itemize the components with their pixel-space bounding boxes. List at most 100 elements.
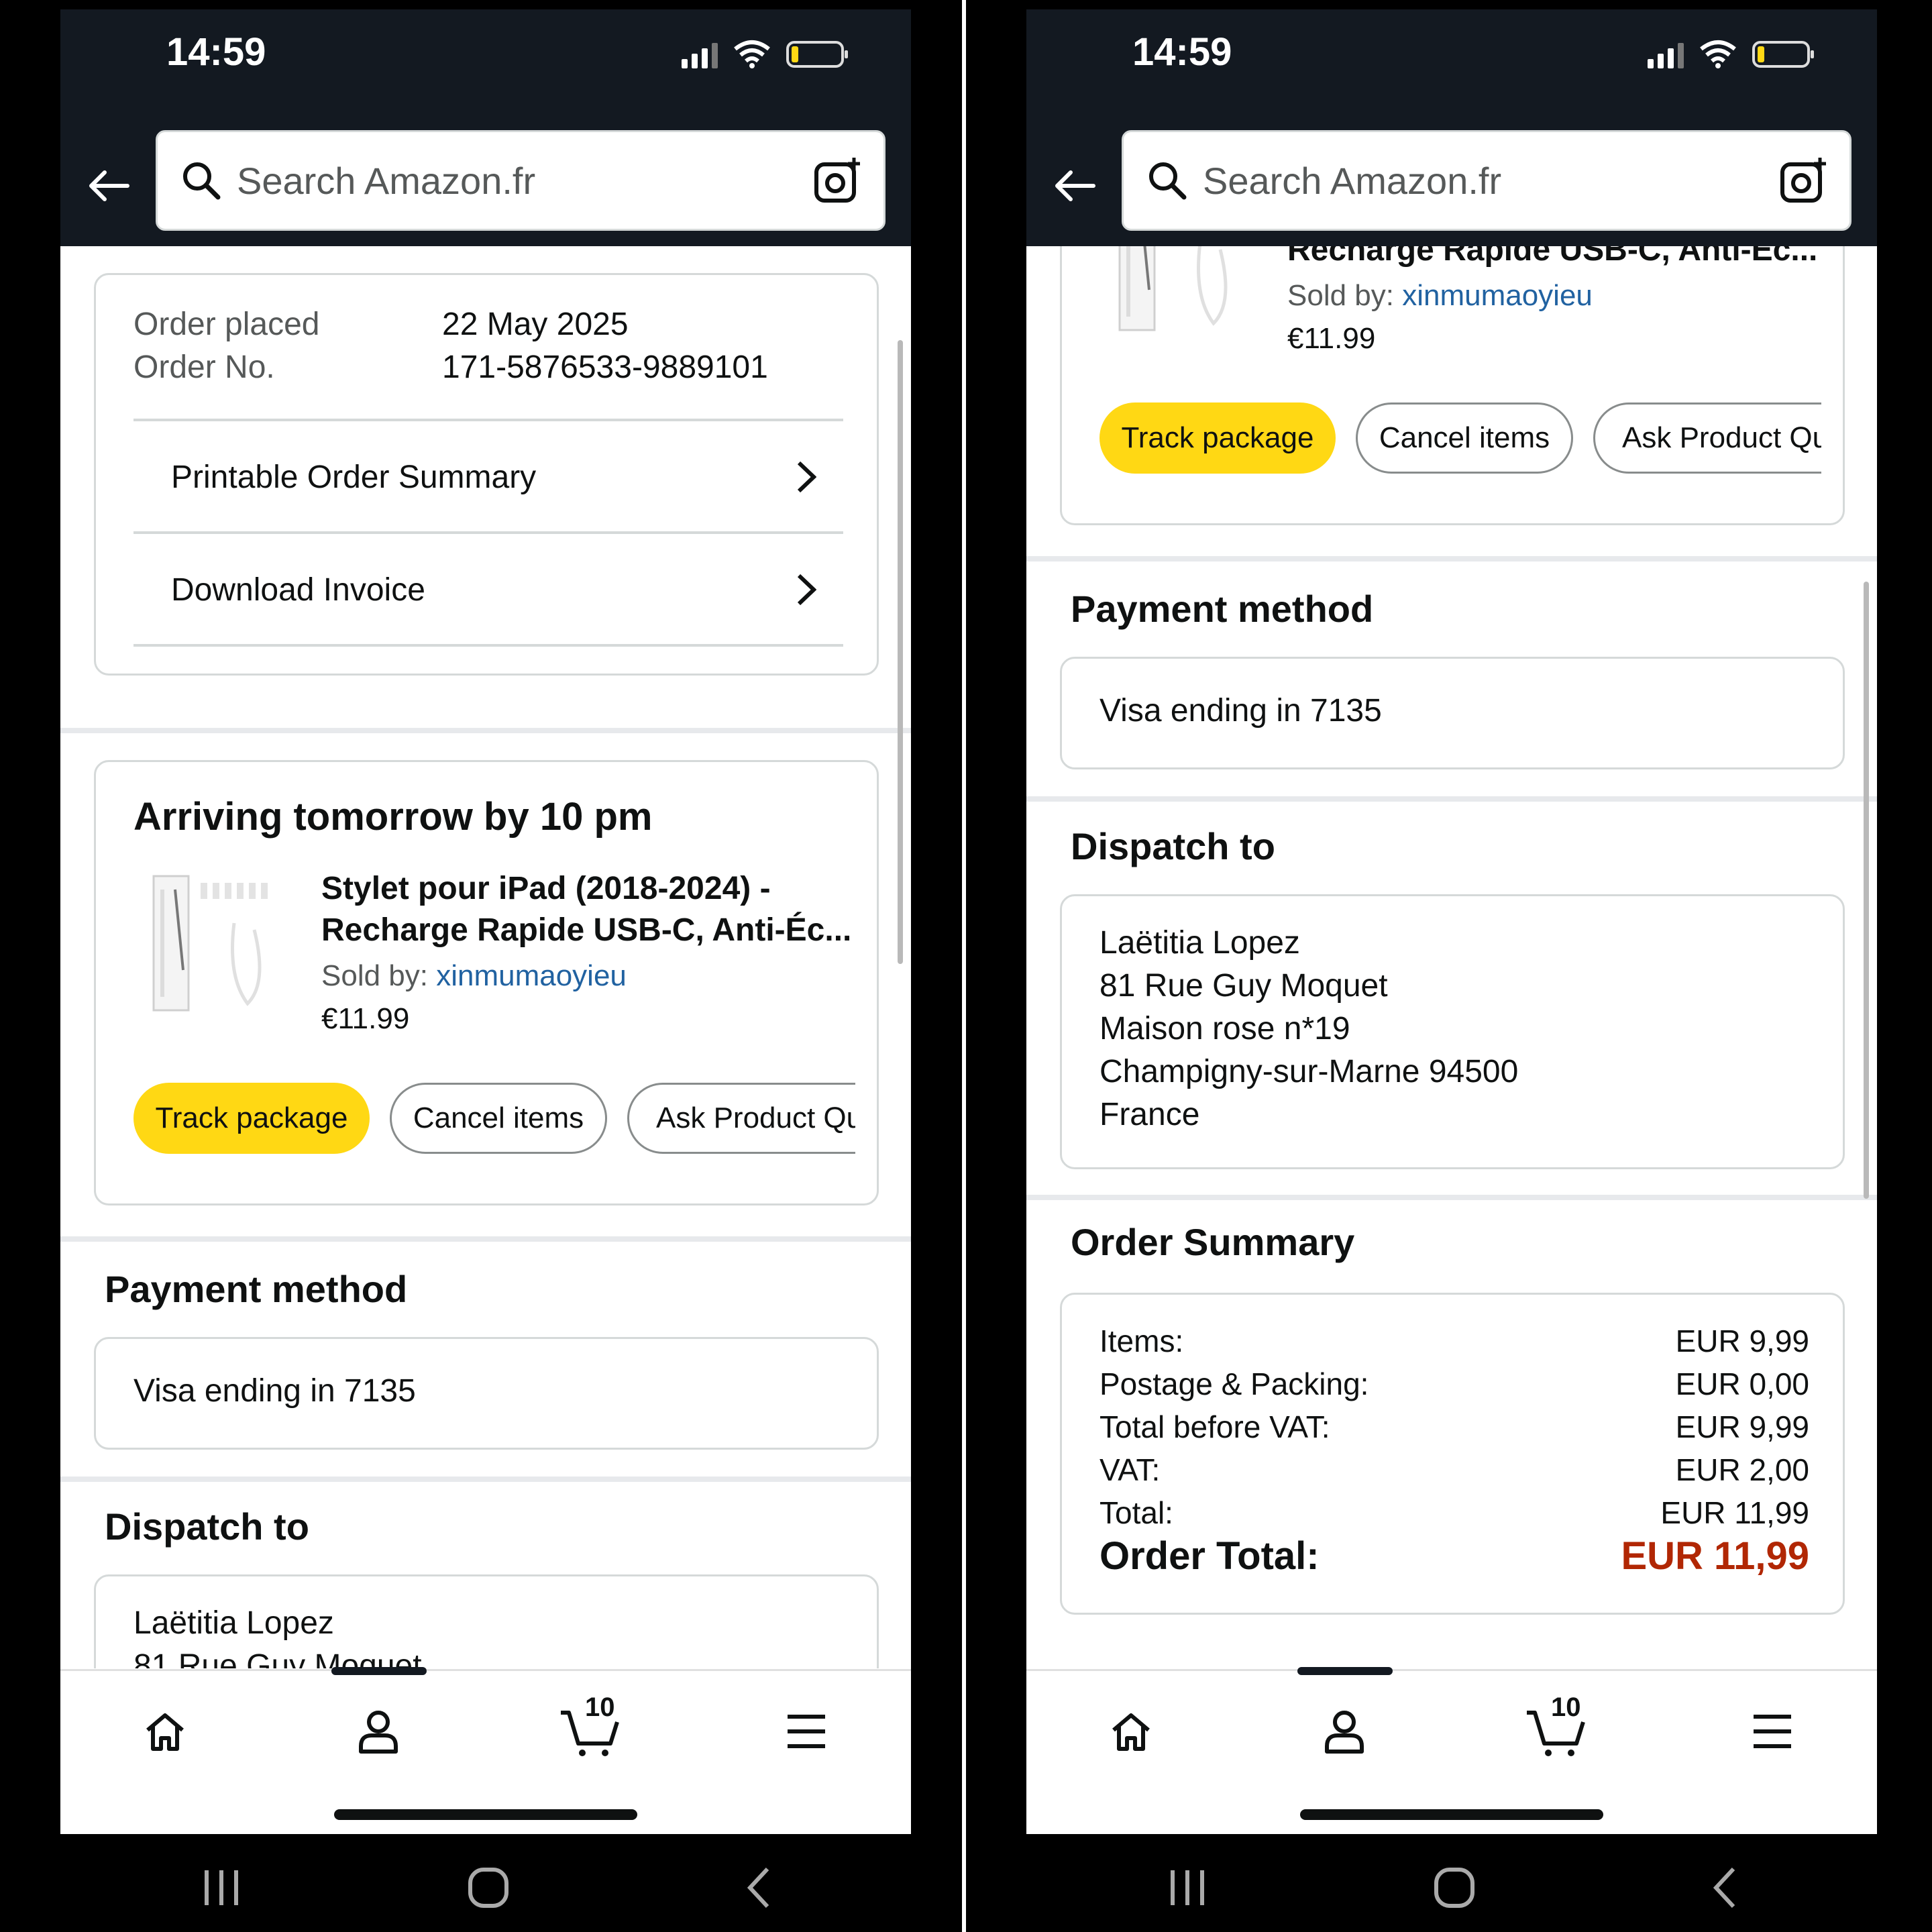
product-title-line-1: Stylet pour iPad (2018-2024) -	[321, 871, 771, 906]
payment-method-heading: Payment method	[1071, 588, 1374, 630]
order-info-card: Order placed 22 May 2025 Order No. 171-587…	[94, 273, 879, 676]
scroll-content[interactable]: Order placed 22 May 2025 Order No. 171-587…	[60, 246, 911, 1668]
cart-count: 10	[1551, 1693, 1581, 1722]
dispatch-card: Laëtitia Lopez 81 Rue Guy Moquet Maison …	[1060, 894, 1845, 1169]
battery-icon	[786, 41, 848, 68]
dispatch-heading: Dispatch to	[1071, 825, 1275, 867]
wifi-icon	[734, 40, 770, 68]
product-title-line-2: Recharge Rapide USB-C, Anti-Éc...	[1287, 246, 1818, 268]
menu-icon[interactable]	[1732, 1698, 1813, 1765]
bottom-nav: 10	[1026, 1667, 1877, 1834]
address-name: Laëtitia Lopez	[1099, 925, 1300, 961]
product-title-line-2: Recharge Rapide USB-C, Anti-Éc...	[321, 912, 852, 948]
chevron-right-icon	[797, 574, 816, 606]
download-invoice-label: Download Invoice	[171, 572, 425, 608]
order-total-label: Order Total:	[1099, 1534, 1320, 1578]
home-button-icon[interactable]	[1428, 1861, 1481, 1915]
summary-label: Items:	[1099, 1324, 1184, 1358]
shipment-card: Arriving tomorrow by 10 pm Stylet pour i…	[1060, 246, 1845, 525]
order-placed-value: 22 May 2025	[442, 307, 629, 342]
summary-before-vat-row: Total before VAT: EUR 9,99	[1099, 1409, 1809, 1445]
menu-icon[interactable]	[766, 1698, 847, 1765]
status-time: 14:59	[166, 30, 266, 74]
scrollbar[interactable]	[1864, 582, 1869, 1199]
signal-icon	[682, 40, 718, 68]
recent-apps-icon[interactable]	[1161, 1861, 1214, 1915]
home-icon[interactable]	[1091, 1698, 1171, 1765]
status-icons	[682, 38, 848, 71]
back-arrow-icon[interactable]	[1049, 160, 1100, 211]
track-package-button[interactable]: Track package	[133, 1083, 370, 1154]
product-price: €11.99	[1287, 322, 1376, 355]
payment-method-text: Visa ending in 7135	[133, 1373, 416, 1409]
seller-link[interactable]: xinmumaoyieu	[436, 959, 627, 992]
status-time: 14:59	[1132, 30, 1232, 74]
address-line-2: Maison rose n*19	[1099, 1011, 1350, 1046]
summary-items-row: Items: EUR 9,99	[1099, 1323, 1809, 1359]
arrival-heading: Arriving tomorrow by 10 pm	[133, 795, 653, 839]
signal-icon	[1648, 40, 1684, 68]
summary-value: EUR 9,99	[1675, 1324, 1809, 1358]
home-button-icon[interactable]	[462, 1861, 515, 1915]
dispatch-heading: Dispatch to	[105, 1505, 309, 1548]
search-bar[interactable]	[156, 130, 885, 231]
scroll-content[interactable]: Arriving tomorrow by 10 pm Stylet pour i…	[1026, 246, 1877, 1668]
header-bar: 14:59	[60, 9, 911, 246]
status-icons	[1648, 38, 1814, 71]
search-input[interactable]	[1203, 158, 1760, 203]
android-nav-bar	[966, 1834, 1932, 1932]
recent-apps-icon[interactable]	[195, 1861, 248, 1915]
android-nav-bar	[0, 1834, 966, 1932]
search-input[interactable]	[237, 158, 794, 203]
nav-active-indicator	[331, 1667, 427, 1675]
cart-icon[interactable]: 10	[550, 1693, 631, 1765]
product-title[interactable]: Stylet pour iPad (2018-2024) - Recharge …	[1287, 246, 1824, 271]
back-button-icon[interactable]	[731, 1861, 785, 1915]
address-street: 81 Rue Guy Moquet	[1099, 968, 1388, 1004]
summary-label: Total:	[1099, 1495, 1173, 1530]
cancel-items-button[interactable]: Cancel items	[390, 1083, 607, 1154]
home-indicator	[1300, 1809, 1603, 1820]
order-number-label: Order No.	[133, 350, 275, 385]
cancel-items-button[interactable]: Cancel items	[1356, 402, 1573, 474]
account-icon[interactable]	[338, 1698, 419, 1765]
summary-value: EUR 0,00	[1675, 1366, 1809, 1401]
home-icon[interactable]	[125, 1698, 205, 1765]
order-total-value: EUR 11,99	[1621, 1534, 1809, 1578]
printable-order-summary-link[interactable]: Printable Order Summary	[133, 421, 843, 533]
ask-product-questions-button[interactable]: Ask Product Questions	[627, 1083, 855, 1154]
sold-by-label: Sold by:	[1287, 279, 1394, 312]
account-icon[interactable]	[1304, 1698, 1385, 1765]
ask-product-questions-button[interactable]: Ask Product Questions	[1593, 402, 1821, 474]
back-arrow-icon[interactable]	[83, 160, 134, 211]
search-bar[interactable]	[1122, 130, 1851, 231]
search-icon[interactable]	[1144, 157, 1191, 204]
wifi-icon	[1700, 40, 1736, 68]
address-city: Champigny-sur-Marne 94500	[1099, 1054, 1519, 1089]
track-package-button[interactable]: Track package	[1099, 402, 1336, 474]
order-summary-card: Items: EUR 9,99 Postage & Packing: EUR 0,0…	[1060, 1293, 1845, 1615]
camera-search-icon[interactable]	[1777, 154, 1831, 207]
product-thumbnail[interactable]	[133, 869, 284, 1020]
summary-value: EUR 9,99	[1675, 1409, 1809, 1444]
sold-by-label: Sold by:	[321, 959, 428, 992]
search-icon[interactable]	[178, 157, 225, 204]
address-street: 81 Rue Guy Moquet	[133, 1648, 422, 1668]
app-screen: 14:59 Order placed 22 May 2025	[60, 9, 911, 1834]
product-title[interactable]: Stylet pour iPad (2018-2024) - Recharge …	[321, 868, 858, 951]
cart-icon[interactable]: 10	[1516, 1693, 1597, 1765]
payment-card: Visa ending in 7135	[1060, 657, 1845, 769]
sold-by: Sold by: xinmumaoyieu	[321, 959, 627, 993]
summary-total-row: Total: EUR 11,99	[1099, 1495, 1809, 1531]
back-button-icon[interactable]	[1697, 1861, 1751, 1915]
scrollbar[interactable]	[898, 340, 903, 964]
battery-icon	[1752, 41, 1814, 68]
shipment-actions: Track package Cancel items Ask Product Q…	[1099, 402, 1821, 476]
order-number-value: 171-5876533-9889101	[442, 350, 768, 385]
product-thumbnail[interactable]	[1099, 246, 1250, 339]
download-invoice-link[interactable]: Download Invoice	[133, 534, 843, 645]
camera-search-icon[interactable]	[811, 154, 865, 207]
app-screen: 14:59 Arriving tomorrow by 10 pm	[1026, 9, 1877, 1834]
summary-label: VAT:	[1099, 1452, 1161, 1487]
seller-link[interactable]: xinmumaoyieu	[1402, 279, 1593, 312]
